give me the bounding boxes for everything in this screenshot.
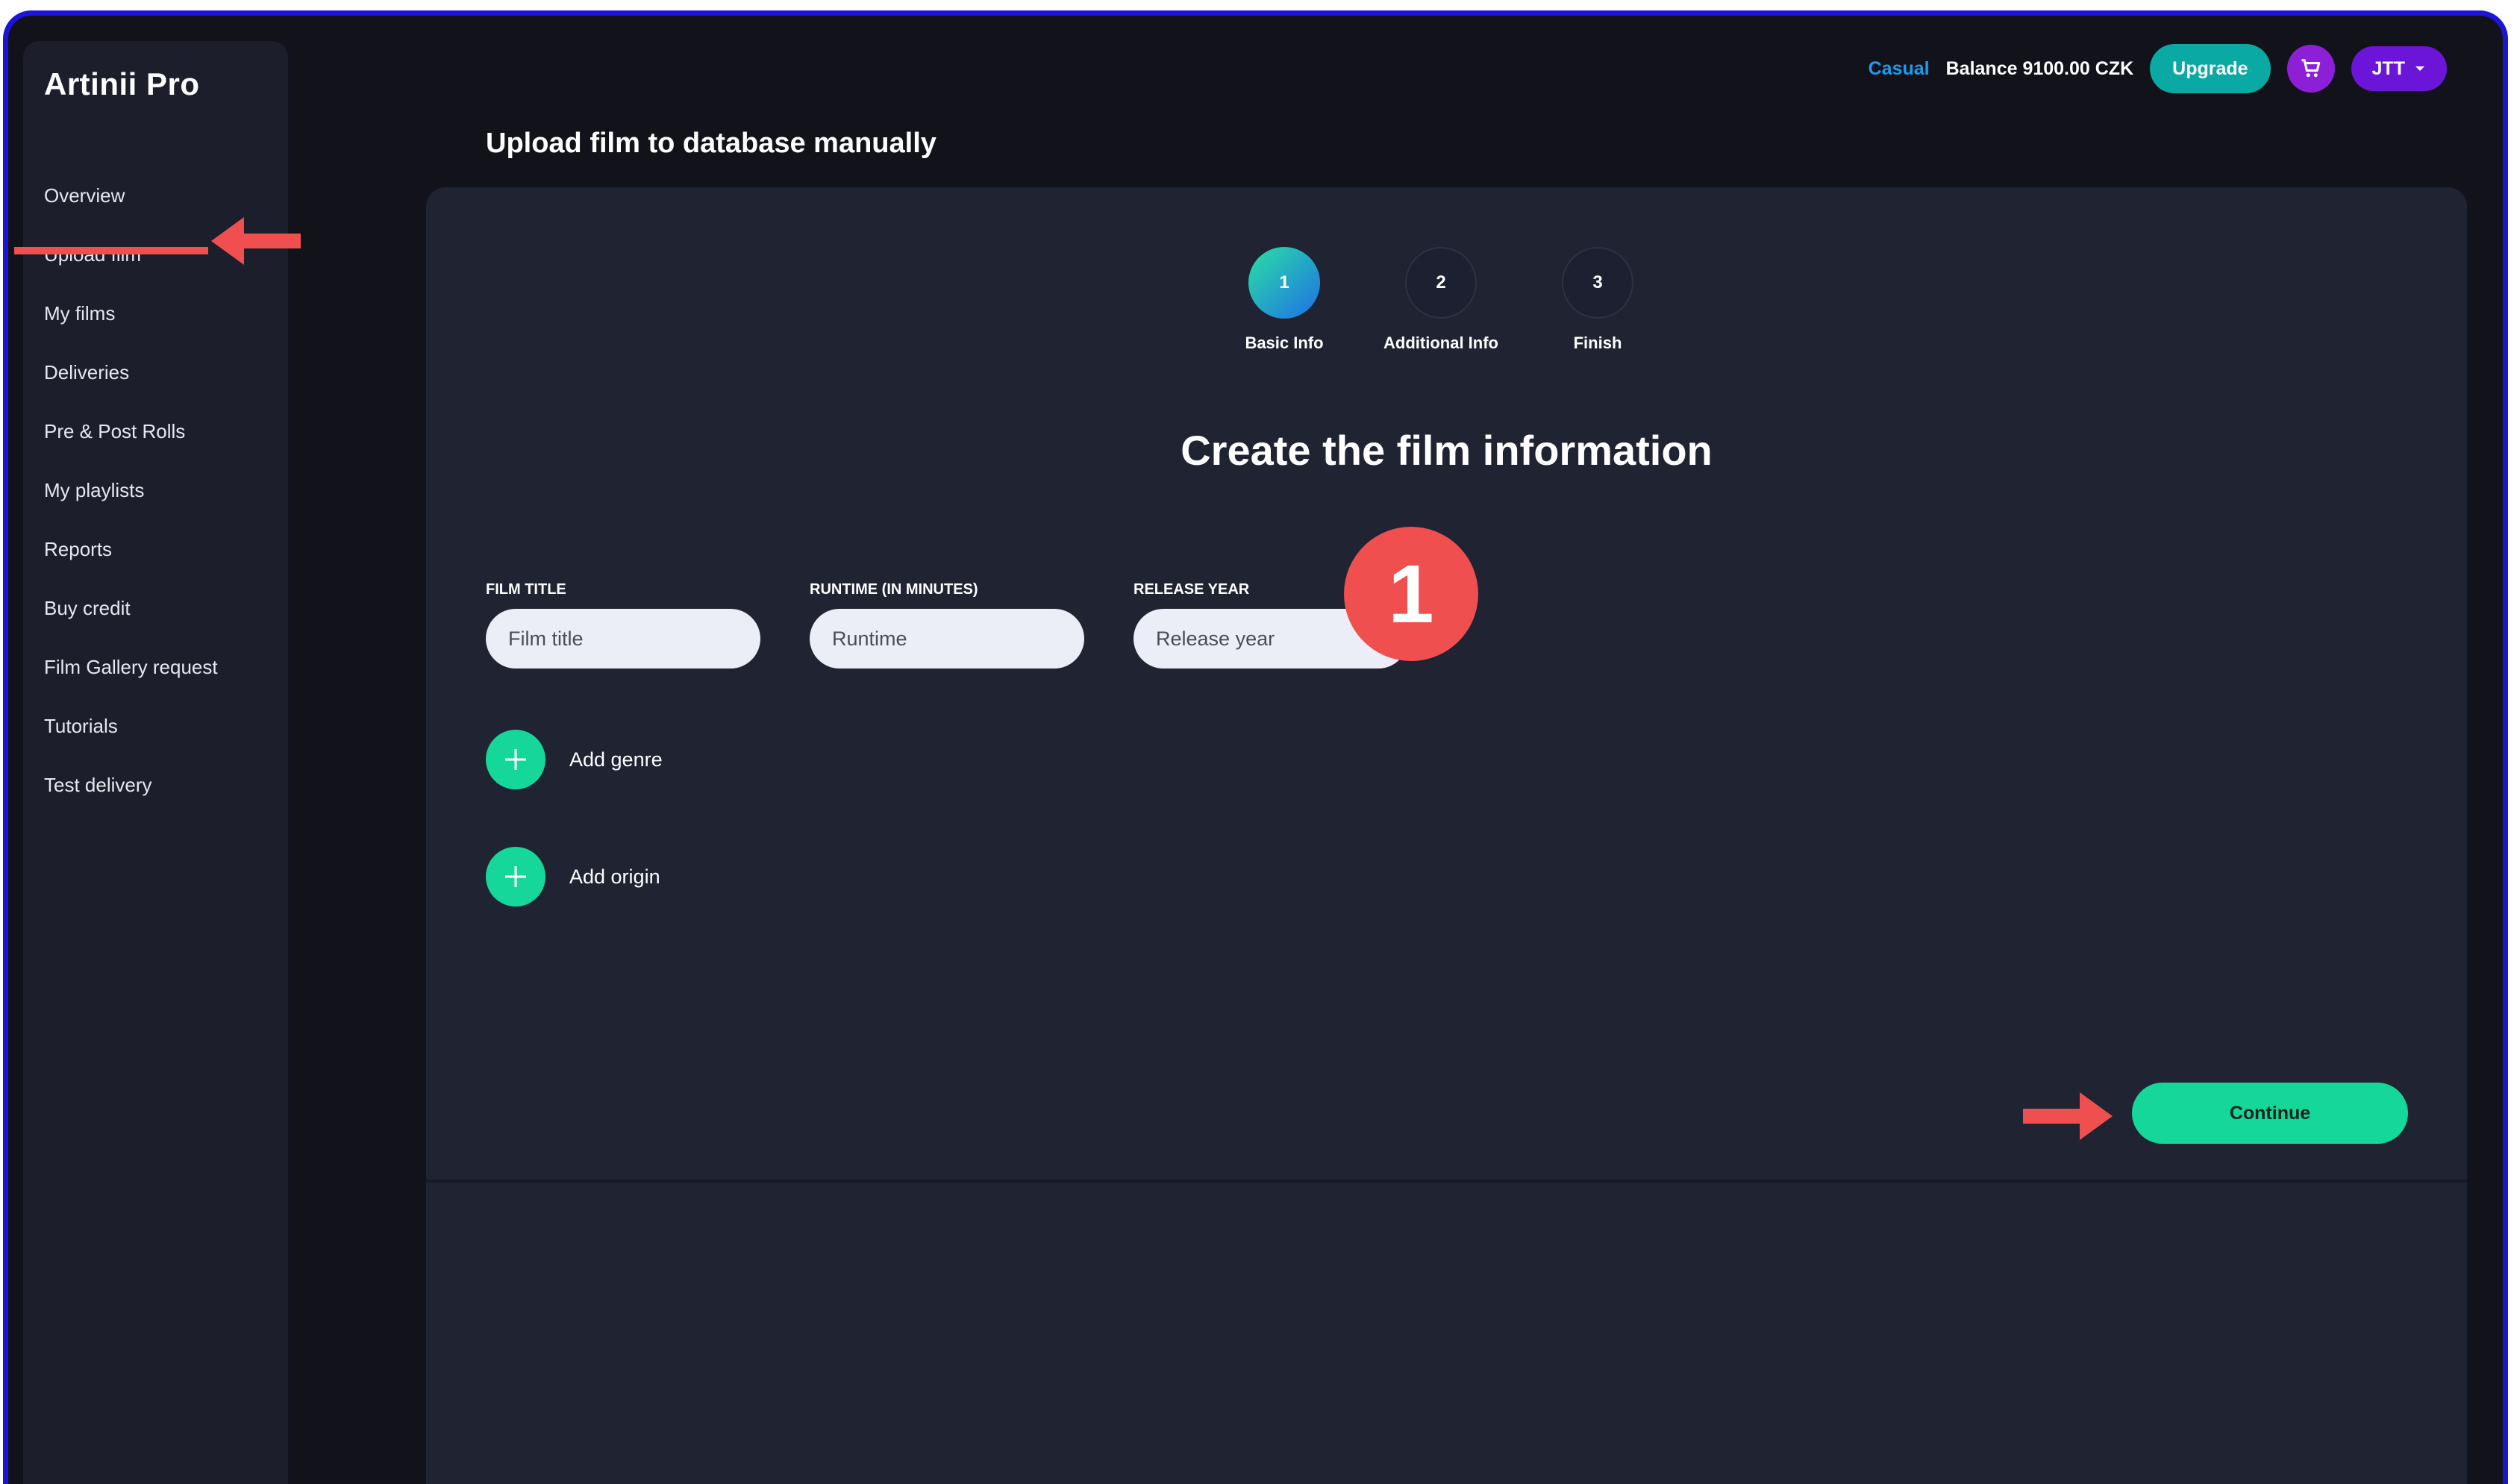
annotation-arrow-left-icon — [211, 217, 301, 265]
chevron-down-icon — [2415, 66, 2424, 71]
topbar: Casual Balance 9100.00 CZK Upgrade JTT — [1869, 42, 2447, 96]
annotation-underline — [14, 247, 208, 254]
field-label: FILM TITLE — [486, 581, 566, 598]
sidebar-item-reports[interactable]: Reports — [44, 530, 218, 589]
user-initials: JTT — [2371, 57, 2405, 79]
sidebar-nav: Overview Upload film My films Deliveries… — [44, 177, 218, 825]
sidebar-item-tutorials[interactable]: Tutorials — [44, 707, 218, 766]
sidebar-item-test-delivery[interactable]: Test delivery — [44, 766, 218, 825]
step-label: Basic Info — [1245, 334, 1324, 352]
step-basic-info[interactable]: 1 Basic Info — [1245, 247, 1324, 353]
annotation-number-badge: 1 — [1344, 527, 1478, 661]
step-number: 2 — [1405, 247, 1477, 319]
add-origin-button[interactable]: Add origin — [486, 847, 660, 907]
cart-icon — [2301, 59, 2320, 78]
plan-label: Casual — [1868, 57, 1930, 79]
divider — [426, 1180, 2467, 1183]
annotation-arrow-right-icon — [2023, 1092, 2113, 1140]
step-label: Finish — [1573, 334, 1622, 352]
plus-icon — [486, 730, 545, 789]
upload-form-panel: 1 Basic Info 2 Additional Info 3 Finish … — [426, 187, 2467, 1484]
sidebar-item-pre-post-rolls[interactable]: Pre & Post Rolls — [44, 413, 218, 472]
form-heading: Create the film information — [1181, 427, 1713, 474]
sidebar-item-upload-film[interactable]: Upload film — [44, 236, 218, 295]
step-additional-info[interactable]: 2 Additional Info — [1383, 247, 1498, 353]
sidebar-item-film-gallery-request[interactable]: Film Gallery request — [44, 648, 218, 707]
sidebar-item-deliveries[interactable]: Deliveries — [44, 354, 218, 413]
add-genre-label: Add genre — [569, 748, 663, 771]
app-window: Artinii Pro Overview Upload film My film… — [3, 10, 2508, 1484]
plus-icon — [486, 847, 545, 907]
upgrade-button[interactable]: Upgrade — [2150, 44, 2271, 93]
step-finish[interactable]: 3 Finish — [1560, 247, 1635, 353]
stepper: 1 Basic Info 2 Additional Info 3 Finish — [1245, 247, 1635, 353]
continue-button[interactable]: Continue — [2132, 1083, 2408, 1144]
brand-logo: Artinii Pro — [44, 66, 200, 101]
add-genre-button[interactable]: Add genre — [486, 730, 663, 789]
sidebar-item-my-playlists[interactable]: My playlists — [44, 472, 218, 530]
film-title-input[interactable] — [486, 609, 760, 669]
film-title-field: FILM TITLE — [486, 581, 760, 669]
sidebar-item-overview[interactable]: Overview — [44, 177, 218, 236]
sidebar-item-buy-credit[interactable]: Buy credit — [44, 589, 218, 648]
cart-button[interactable] — [2286, 45, 2335, 93]
runtime-input[interactable] — [810, 609, 1084, 669]
step-number: 3 — [1562, 247, 1633, 319]
add-origin-label: Add origin — [569, 865, 660, 888]
balance-label: Balance 9100.00 CZK — [1945, 57, 2134, 79]
field-label: RUNTIME (IN MINUTES) — [810, 581, 978, 598]
step-label: Additional Info — [1383, 334, 1498, 352]
user-menu-button[interactable]: JTT — [2351, 46, 2447, 91]
sidebar-item-my-films[interactable]: My films — [44, 295, 218, 354]
runtime-field: RUNTIME (IN MINUTES) — [810, 581, 1084, 669]
step-number: 1 — [1248, 247, 1320, 319]
page-title: Upload film to database manually — [486, 128, 937, 159]
